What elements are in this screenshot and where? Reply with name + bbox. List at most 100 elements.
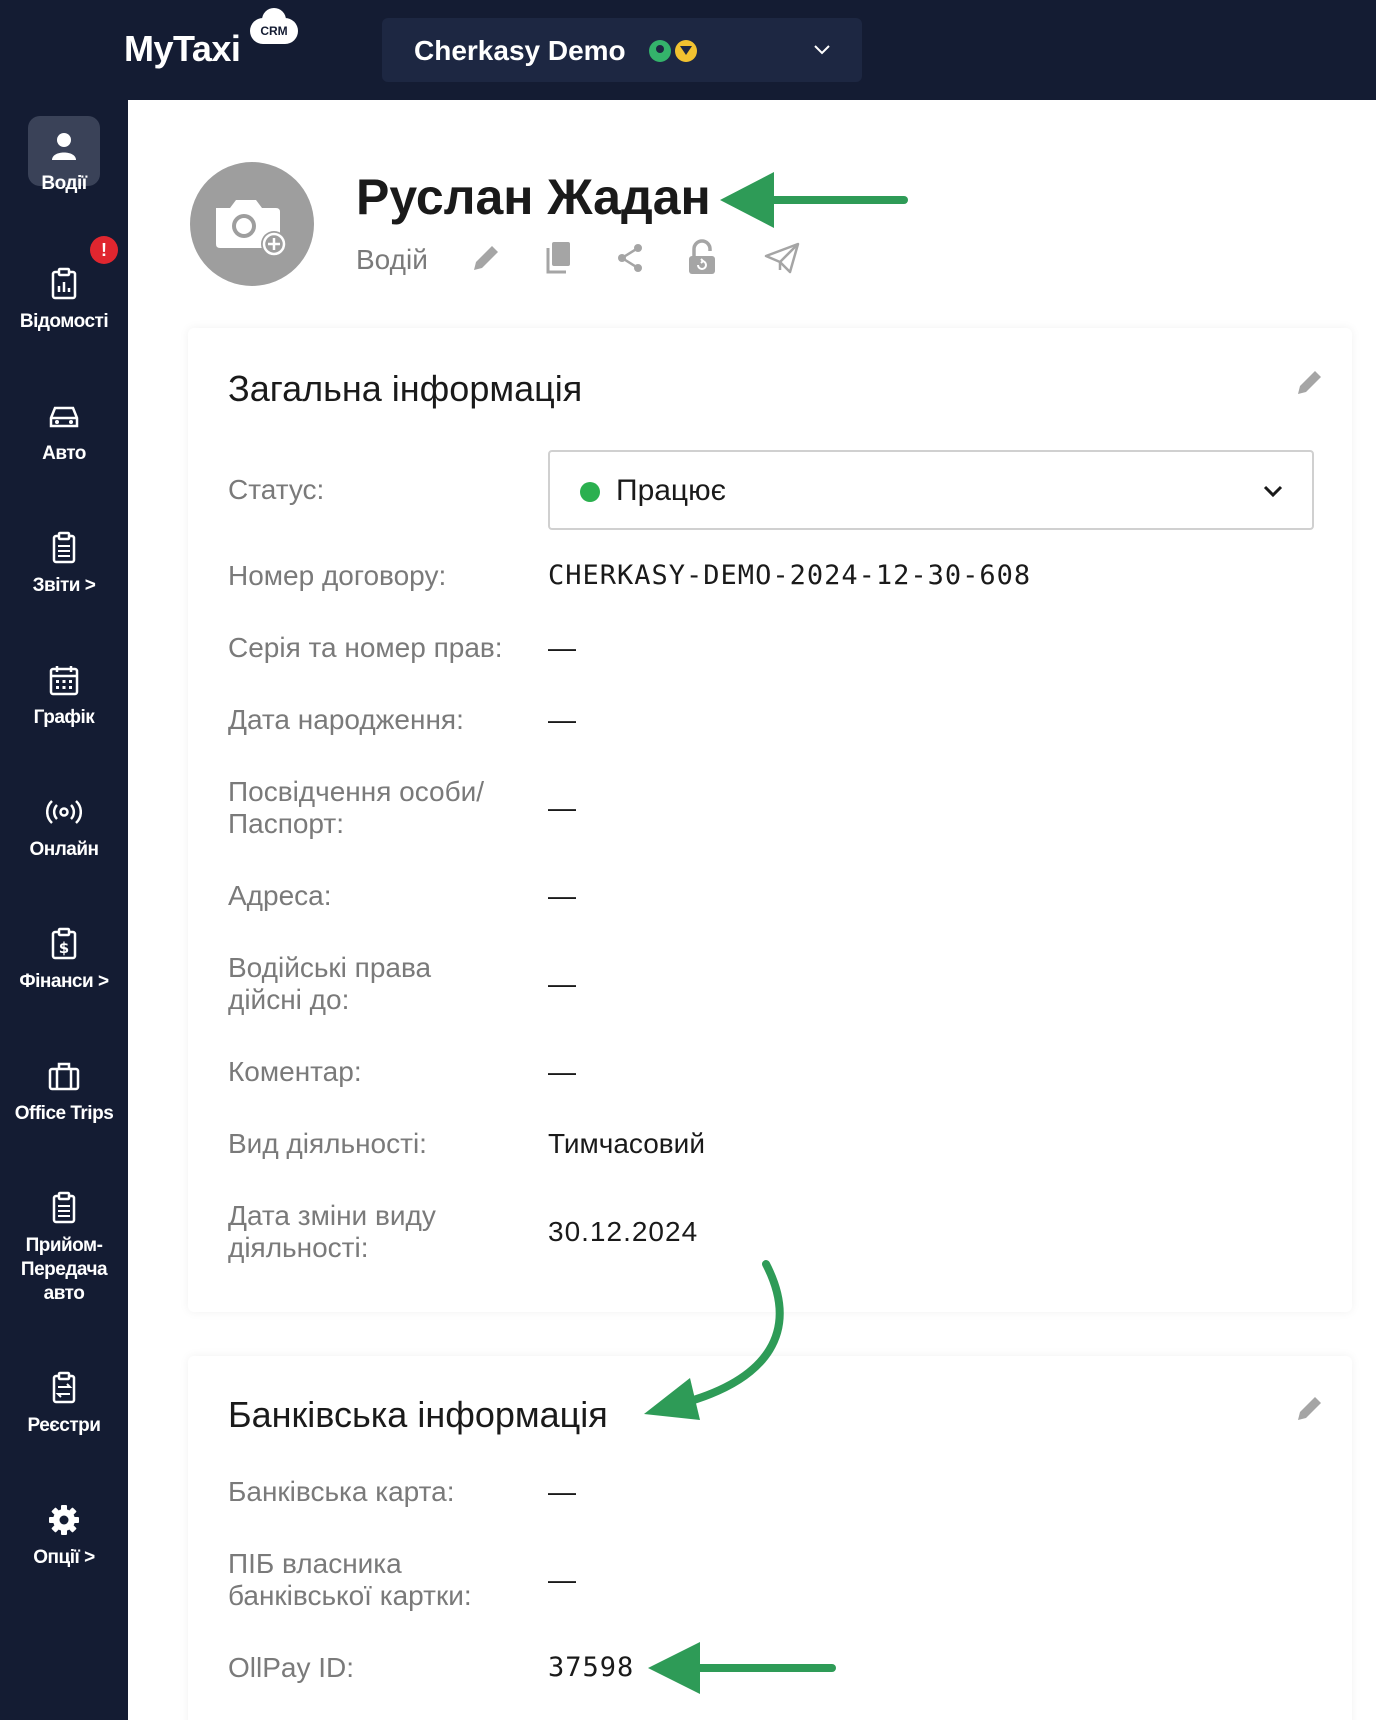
- gear-icon: [49, 1505, 79, 1535]
- handover-icon: [52, 1191, 76, 1224]
- sidebar-item-label: Office Trips: [14, 1103, 114, 1124]
- avatar-upload[interactable]: [190, 162, 314, 286]
- sidebar-item-label: Прийом-: [25, 1235, 103, 1256]
- bank-info-card: Банківська інформація Банківська карта: …: [188, 1356, 1352, 1720]
- sidebar-item-cars[interactable]: Авто: [0, 398, 128, 466]
- send-message-button[interactable]: [762, 238, 802, 278]
- card-owner-value: —: [548, 1564, 576, 1595]
- copy-button[interactable]: [538, 238, 578, 278]
- activity-change-date-value: 30.12.2024: [548, 1216, 699, 1247]
- status-select[interactable]: Працює: [548, 450, 1314, 530]
- sidebar-item-label: Авто: [42, 443, 86, 464]
- sidebar-item-drivers[interactable]: Водії: [0, 128, 128, 196]
- sidebar-item-label-line2: Передача: [20, 1259, 108, 1280]
- general-info-title: Загальна інформація: [228, 368, 583, 409]
- activity-change-date-label: Дата зміни виду діяльності:: [228, 1200, 528, 1264]
- crm-badge-label: CRM: [260, 24, 288, 38]
- company-selector[interactable]: Cherkasy Demo: [382, 18, 862, 82]
- passport-value: —: [548, 792, 576, 823]
- driver-role: Водій: [356, 244, 428, 275]
- sidebar-item-reports[interactable]: Звіти >: [0, 530, 128, 598]
- edit-bank-button[interactable]: [1292, 1390, 1328, 1426]
- broadcast-icon: [46, 800, 82, 824]
- sidebar-item-registries[interactable]: Реєстри: [0, 1370, 128, 1438]
- license-valid-label-line1: Водійські права: [228, 952, 432, 983]
- license-valid-label: Водійські права дійсні до:: [228, 952, 528, 1016]
- user-icon: [52, 133, 76, 160]
- shield-icon: [675, 40, 697, 62]
- calendar-icon: [49, 666, 79, 696]
- status-value: Працює: [616, 474, 726, 507]
- general-info-card: Загальна інформація Статус: Працює Номер…: [188, 328, 1352, 1312]
- share-icon: [618, 244, 642, 272]
- sidebar-item-schedule[interactable]: Графік: [0, 662, 128, 730]
- birth-date-value: —: [548, 704, 576, 735]
- company-name: Cherkasy Demo: [414, 35, 626, 66]
- pencil-icon: [1298, 1394, 1324, 1420]
- comment-value: —: [548, 1056, 576, 1087]
- edit-button[interactable]: [466, 238, 506, 278]
- sidebar: Водії ! Відомості Авто Звіти > Графік Он…: [0, 100, 128, 1720]
- card-owner-label: ПІБ власника банківської картки:: [228, 1548, 528, 1612]
- car-icon: [49, 406, 79, 428]
- activity-type-value: Тимчасовий: [548, 1128, 705, 1159]
- sidebar-item-options[interactable]: Опції >: [0, 1502, 128, 1570]
- sidebar-item-statements[interactable]: Відомості: [0, 266, 128, 334]
- sidebar-item-label-line3: авто: [43, 1283, 85, 1304]
- unlock-icon: [689, 239, 715, 274]
- sidebar-item-label: Водії: [41, 173, 87, 194]
- app-logo[interactable]: MyTaxi: [124, 28, 241, 70]
- activity-change-date-label-line1: Дата зміни виду: [228, 1200, 436, 1231]
- sidebar-item-label: Онлайн: [29, 839, 99, 860]
- status-label: Статус:: [228, 474, 325, 505]
- activity-type-label: Вид діяльності:: [228, 1128, 427, 1159]
- clipboard-chart-icon: [51, 267, 77, 300]
- sidebar-item-label: Опції >: [33, 1547, 95, 1568]
- sidebar-item-label: Відомості: [19, 311, 109, 332]
- pencil-icon: [1298, 368, 1324, 394]
- comment-label: Коментар:: [228, 1056, 362, 1087]
- chevron-down-icon: [814, 45, 830, 55]
- license-valid-value: —: [548, 968, 576, 999]
- passport-label-line2: Паспорт:: [228, 808, 344, 839]
- driver-name: Руслан Жадан: [356, 169, 711, 225]
- bank-card-value: —: [548, 1476, 576, 1507]
- sidebar-item-label: Реєстри: [27, 1415, 101, 1436]
- main-content: Руслан Жадан Водій Загальна інформація С…: [128, 100, 1376, 1720]
- ollpay-id-label: OllPay ID:: [228, 1652, 355, 1683]
- registry-icon: [52, 1371, 76, 1404]
- copy-icon: [546, 242, 570, 274]
- svg-text:$: $: [59, 939, 69, 957]
- license-series-value: —: [548, 632, 576, 663]
- sidebar-item-office-trips[interactable]: Office Trips: [0, 1058, 128, 1126]
- status-dot: [580, 482, 600, 502]
- document-icon: [52, 531, 76, 564]
- ollpay-id-value: 37598: [548, 1652, 635, 1683]
- crm-cloud-badge: CRM: [250, 8, 298, 44]
- contract-number-value: CHERKASY-DEMO-2024-12-30-608: [548, 560, 1032, 591]
- camera-add-icon: [216, 200, 287, 257]
- edit-general-button[interactable]: [1292, 364, 1328, 400]
- activity-change-date-label-line2: діяльності:: [228, 1232, 369, 1263]
- address-label: Адреса:: [228, 880, 332, 911]
- sidebar-item-handover[interactable]: Прийом- Передача авто: [0, 1190, 128, 1306]
- passport-label: Посвідчення особи/ Паспорт:: [228, 776, 528, 840]
- sidebar-item-label: Звіти >: [32, 575, 96, 596]
- card-owner-label-line2: банківської картки:: [228, 1580, 472, 1611]
- top-bar: MyTaxi CRM Cherkasy Demo: [0, 0, 1376, 100]
- paper-plane-icon: [764, 242, 800, 274]
- chevron-down-icon: [1263, 485, 1283, 498]
- alert-badge: !: [90, 236, 118, 264]
- bank-info-title: Банківська інформація: [228, 1394, 608, 1435]
- passport-label-line1: Посвідчення особи/: [228, 776, 485, 807]
- sidebar-item-finance[interactable]: $ Фінанси >: [0, 926, 128, 994]
- briefcase-icon: [48, 1062, 80, 1091]
- reset-password-button[interactable]: [682, 238, 722, 278]
- share-button[interactable]: [610, 238, 650, 278]
- sidebar-item-online[interactable]: Онлайн: [0, 794, 128, 862]
- finance-icon: $: [51, 927, 77, 960]
- card-owner-label-line1: ПІБ власника: [228, 1548, 402, 1579]
- birth-date-label: Дата народження:: [228, 704, 464, 735]
- license-series-label: Серія та номер прав:: [228, 632, 503, 663]
- bank-card-label: Банківська карта:: [228, 1476, 455, 1507]
